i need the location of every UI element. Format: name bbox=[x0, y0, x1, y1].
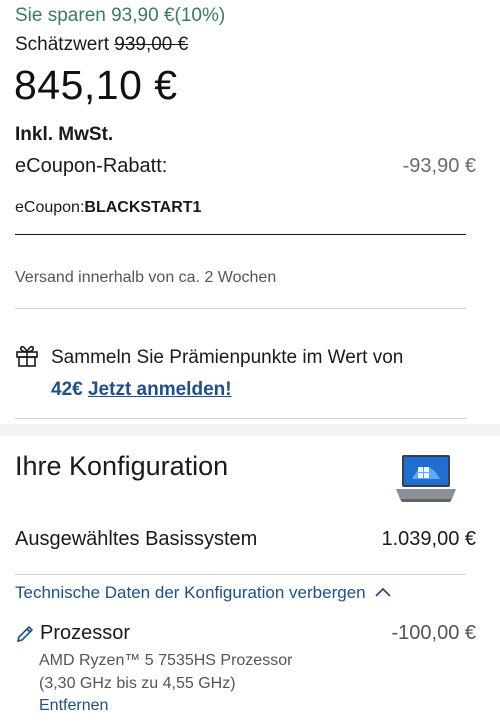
base-system-price: 1.039,00 € bbox=[381, 528, 476, 550]
divider bbox=[15, 308, 466, 309]
base-system-label: Ausgewähltes Basissystem bbox=[15, 528, 258, 550]
base-system-row: Ausgewähltes Basissystem 1.039,00 € bbox=[15, 528, 476, 551]
coupon-code-label: eCoupon: bbox=[15, 199, 85, 216]
laptop-image bbox=[396, 455, 456, 502]
pencil-icon[interactable] bbox=[15, 624, 35, 644]
configuration-title: Ihre Konfiguration bbox=[15, 451, 229, 481]
estimate-value: 939,00 € bbox=[114, 34, 189, 55]
remove-processor-link[interactable]: Entfernen bbox=[39, 697, 108, 715]
estimated-value: Schätzwert 939,00 € bbox=[15, 34, 188, 56]
current-price: 845,10 € bbox=[14, 62, 178, 108]
coupon-code: eCoupon:BLACKSTART1 bbox=[15, 199, 201, 217]
divider bbox=[15, 418, 466, 419]
toggle-tech-specs-label: Technische Daten der Konfiguration verbe… bbox=[15, 583, 366, 602]
vat-note: Inkl. MwSt. bbox=[15, 124, 114, 145]
shipping-info: Versand innerhalb von ca. 2 Wochen bbox=[15, 269, 277, 286]
rewards-points: 42€ bbox=[51, 379, 83, 400]
processor-frequency: (3,30 GHz bis zu 4,55 GHz) bbox=[39, 675, 236, 692]
section-separator bbox=[0, 424, 500, 436]
toggle-tech-specs-link[interactable]: Technische Daten der Konfiguration verbe… bbox=[15, 583, 392, 603]
coupon-label: eCoupon-Rabatt: bbox=[15, 155, 168, 177]
gift-icon bbox=[16, 345, 38, 367]
coupon-amount: -93,90 € bbox=[402, 155, 476, 177]
join-link[interactable]: Jetzt anmelden! bbox=[88, 379, 232, 400]
divider bbox=[15, 574, 466, 575]
savings-text: Sie sparen 93,90 €(10%) bbox=[15, 5, 226, 26]
processor-title: Prozessor bbox=[15, 622, 130, 645]
processor-row: Prozessor -100,00 € bbox=[15, 622, 476, 645]
processor-amount: -100,00 € bbox=[391, 622, 476, 644]
chevron-up-icon bbox=[375, 587, 391, 597]
estimate-label: Schätzwert bbox=[15, 34, 115, 55]
rewards-line2: 42€ Jetzt anmelden! bbox=[51, 374, 232, 406]
processor-description: AMD Ryzen™ 5 7535HS Prozessor bbox=[39, 652, 293, 669]
coupon-code-value: BLACKSTART1 bbox=[84, 199, 202, 216]
processor-label: Prozessor bbox=[40, 622, 131, 644]
divider bbox=[15, 234, 466, 235]
rewards-text: Sammeln Sie Prämienpunkte im Wert von bbox=[51, 347, 404, 368]
coupon-discount-row: eCoupon-Rabatt: -93,90 € bbox=[15, 155, 476, 178]
